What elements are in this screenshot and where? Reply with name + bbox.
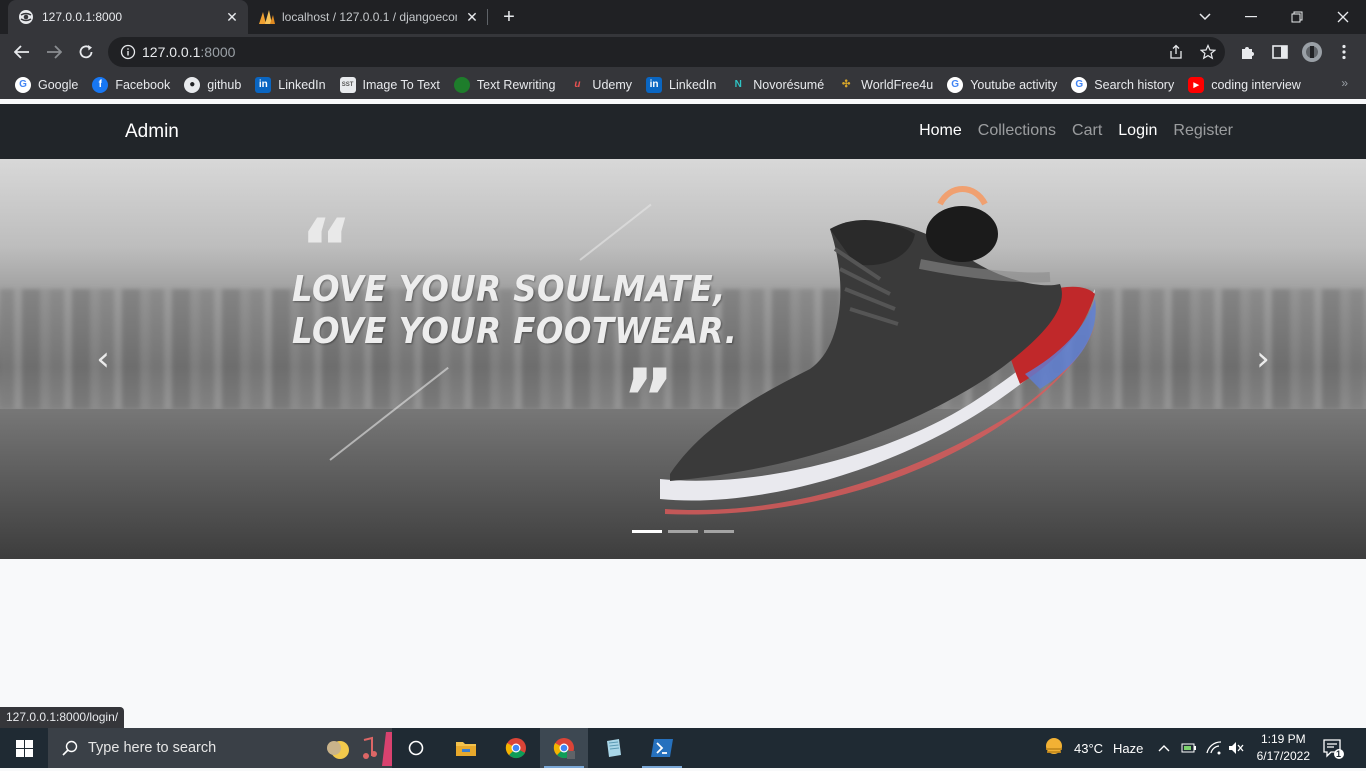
notifications-icon[interactable]: 1 xyxy=(1322,728,1344,768)
search-highlight-icon xyxy=(320,732,392,771)
github-icon: ● xyxy=(184,76,201,93)
bookmark-search-history[interactable]: G Search history xyxy=(1064,73,1181,97)
windows-start-icon[interactable] xyxy=(0,728,48,768)
navbar-brand[interactable]: Admin xyxy=(125,121,179,143)
worldfree4u-icon: ✣ xyxy=(841,79,851,90)
wifi-icon[interactable] xyxy=(1206,728,1222,768)
clock-time: 1:19 PM xyxy=(1260,732,1306,746)
close-tab-icon[interactable]: ✕ xyxy=(464,9,480,25)
bookmark-udemy[interactable]: u Udemy xyxy=(562,73,639,97)
side-panel-icon[interactable] xyxy=(1268,40,1292,64)
volume-muted-icon[interactable] xyxy=(1228,728,1244,768)
bookmark-linkedin[interactable]: in LinkedIn xyxy=(248,73,332,97)
nav-link-collections[interactable]: Collections xyxy=(978,122,1056,140)
search-placeholder: Type here to search xyxy=(88,740,217,756)
notes-app-icon[interactable] xyxy=(590,728,638,768)
carousel-indicator[interactable] xyxy=(632,530,662,533)
address-bar[interactable]: 127.0.0.1:8000 xyxy=(108,37,1225,67)
text-rewriting-icon xyxy=(453,76,470,93)
bookmark-google[interactable]: G Google xyxy=(8,73,85,97)
youtube-icon: ▶ xyxy=(1188,76,1205,93)
clock-date: 6/17/2022 xyxy=(1256,749,1310,763)
new-tab-button[interactable]: + xyxy=(498,6,520,28)
sneaker-image xyxy=(660,186,1100,515)
facebook-icon: f xyxy=(92,76,109,93)
hero-carousel: “ LOVE YOUR SOULMATE, LOVE YOUR FOOTWEAR… xyxy=(0,159,1366,559)
nav-link-login[interactable]: Login xyxy=(1118,122,1157,140)
close-tab-icon[interactable]: ✕ xyxy=(224,9,240,25)
nav-link-register[interactable]: Register xyxy=(1173,122,1233,140)
weather-haze-icon xyxy=(1044,737,1064,760)
linkedin-icon: in xyxy=(646,76,663,93)
image-to-text-icon: SST xyxy=(339,76,356,93)
weather-condition: Haze xyxy=(1113,740,1144,756)
google-icon: G xyxy=(15,76,31,93)
google-icon: G xyxy=(1071,76,1088,93)
tab-title: localhost / 127.0.0.1 / djangoecom xyxy=(282,10,457,24)
tab-active[interactable]: 127.0.0.1:8000 ✕ xyxy=(8,0,248,34)
tab-phpmyadmin[interactable]: localhost / 127.0.0.1 / djangoecom ✕ xyxy=(248,0,488,34)
url-text: 127.0.0.1:8000 xyxy=(142,44,236,60)
bookmark-novoresume[interactable]: N Novorésumé xyxy=(723,73,831,97)
reload-icon[interactable] xyxy=(74,40,98,64)
bookmark-youtube-activity[interactable]: G Youtube activity xyxy=(940,73,1064,97)
carousel-indicator[interactable] xyxy=(668,530,698,533)
browser-tab-strip: 127.0.0.1:8000 ✕ localhost / 127.0.0.1 /… xyxy=(0,0,1366,34)
file-explorer-icon[interactable] xyxy=(442,728,490,768)
browser-toolbar: 127.0.0.1:8000 xyxy=(0,34,1366,70)
windows-taskbar: Type here to search 43°C Haze 1:19 PM 6/… xyxy=(0,728,1366,768)
battery-icon[interactable] xyxy=(1181,728,1197,768)
linkedin-icon: in xyxy=(255,76,272,93)
search-icon xyxy=(62,740,78,761)
nav-link-cart[interactable]: Cart xyxy=(1072,122,1102,140)
bookmark-linkedin-2[interactable]: in LinkedIn xyxy=(639,73,723,97)
show-hidden-icons-chevron-icon[interactable] xyxy=(1158,728,1170,768)
chrome-icon[interactable] xyxy=(492,728,540,768)
bookmark-coding-interview[interactable]: ▶ coding interview xyxy=(1181,73,1308,97)
bookmark-worldfree4u[interactable]: ✣ WorldFree4u xyxy=(831,73,940,97)
minimize-icon[interactable] xyxy=(1228,0,1274,34)
extensions-puzzle-icon[interactable] xyxy=(1236,40,1260,64)
taskbar-clock[interactable]: 1:19 PM 6/17/2022 xyxy=(1257,731,1310,765)
chrome-active-icon[interactable] xyxy=(540,728,588,768)
tab-search-chevron-icon[interactable] xyxy=(1182,0,1228,34)
task-view-icon[interactable] xyxy=(392,728,440,768)
taskbar-search-input[interactable]: Type here to search xyxy=(48,728,392,768)
nav-links: Home Collections Cart Login Register xyxy=(919,122,1233,140)
carousel-indicator[interactable] xyxy=(704,530,734,533)
weather-widget[interactable]: 43°C Haze xyxy=(1044,728,1143,768)
google-icon: G xyxy=(947,76,964,93)
profile-avatar[interactable] xyxy=(1300,40,1324,64)
powershell-icon[interactable] xyxy=(638,728,686,768)
nav-link-home[interactable]: Home xyxy=(919,122,962,140)
more-bookmarks-icon[interactable]: » xyxy=(1341,76,1348,90)
site-navbar: Admin Home Collections Cart Login Regist… xyxy=(0,104,1366,159)
notification-count: 1 xyxy=(1336,749,1342,759)
close-window-icon[interactable] xyxy=(1320,0,1366,34)
carousel-next-button[interactable]: › xyxy=(1248,339,1278,379)
bookmark-github[interactable]: ● github xyxy=(177,73,248,97)
carousel-indicators xyxy=(632,530,734,533)
forward-arrow-icon[interactable] xyxy=(42,40,66,64)
globe-icon xyxy=(18,9,34,25)
share-icon[interactable] xyxy=(1168,44,1184,60)
menu-kebab-icon[interactable] xyxy=(1332,40,1356,64)
tab-title: 127.0.0.1:8000 xyxy=(42,10,123,24)
phpmyadmin-icon xyxy=(258,9,275,25)
status-link-preview: 127.0.0.1:8000/login/ xyxy=(0,707,125,728)
bookmarks-bar: G Google f Facebook ● github in LinkedIn SST… xyxy=(0,70,1366,99)
restore-icon[interactable] xyxy=(1274,0,1320,34)
site-info-icon[interactable] xyxy=(120,44,136,60)
bookmark-facebook[interactable]: f Facebook xyxy=(85,73,177,97)
tab-separator xyxy=(487,9,488,25)
carousel-prev-button[interactable]: ‹ xyxy=(88,339,118,379)
bookmark-star-icon[interactable] xyxy=(1199,44,1217,60)
bookmark-text-rewriting[interactable]: Text Rewriting xyxy=(447,73,563,97)
bookmark-image-to-text[interactable]: SST Image To Text xyxy=(333,73,447,97)
back-arrow-icon[interactable] xyxy=(10,40,34,64)
weather-temperature: 43°C xyxy=(1074,740,1104,756)
novoresume-icon: N xyxy=(734,79,742,90)
udemy-icon: u xyxy=(574,79,581,90)
